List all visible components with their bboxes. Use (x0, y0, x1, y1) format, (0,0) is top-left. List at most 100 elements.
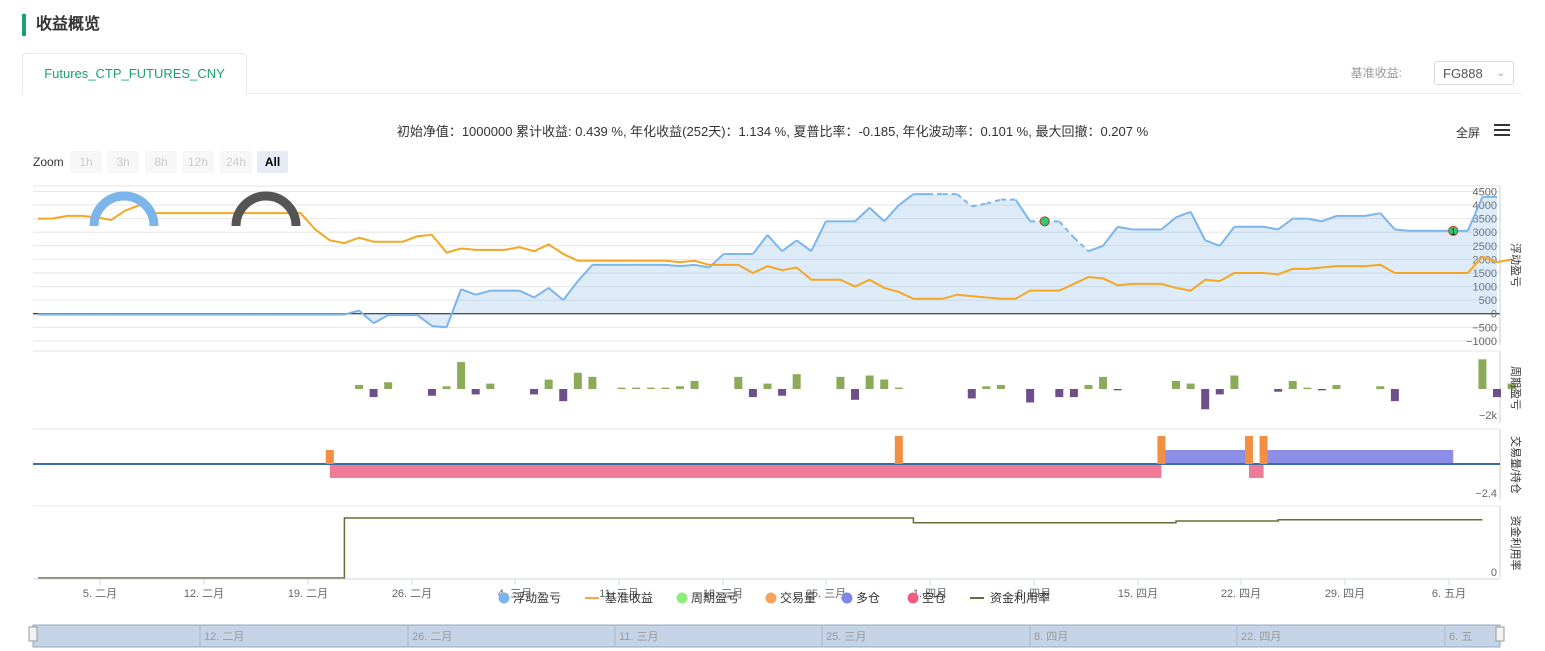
short-position-bar (1248, 464, 1264, 478)
period-pnl-bar (748, 389, 757, 398)
volume-bar (894, 436, 903, 464)
legend-item-label: 基准收益 (605, 591, 653, 605)
x-tick-label: 19. 二月 (288, 588, 328, 600)
period-pnl-bar (1201, 389, 1210, 410)
float-pnl-segment (1394, 228, 1410, 232)
legend-symbol (765, 592, 777, 604)
period-pnl-bar (1230, 375, 1239, 389)
y-tick-label: −500 (1472, 322, 1497, 334)
period-pnl-bar (1493, 389, 1501, 398)
period-pnl-bar (471, 389, 480, 395)
period-pnl-bar (1332, 384, 1341, 389)
x-tick-label: 5. 二月 (83, 588, 117, 600)
period-pnl-bar (675, 386, 684, 389)
y-axis-title-utilization: 资金利用率 (1509, 516, 1523, 571)
x-tick-label: 12. 二月 (184, 588, 224, 600)
period-pnl-bar (1055, 389, 1064, 398)
utilization-line (38, 517, 1483, 579)
navigator-label: 22. 四月 (1241, 631, 1281, 643)
period-pnl-bar (1390, 389, 1399, 402)
legend-item-label: 空仓 (922, 591, 946, 605)
legend-symbol (907, 592, 919, 604)
navigator-label: 12. 二月 (204, 631, 244, 643)
navigator-label: 8. 四月 (1034, 631, 1068, 643)
period-pnl-bar (1274, 389, 1283, 392)
period-pnl-bar (1303, 387, 1312, 389)
period-pnl-bar (996, 384, 1005, 389)
x-tick-label: 26. 二月 (392, 588, 432, 600)
volume-bar (325, 450, 334, 464)
x-tick-label: 15. 四月 (1118, 588, 1158, 600)
y-axis-title-float: 浮动盈亏 (1509, 243, 1522, 287)
y-axis-title-period: 周期盈亏 (1509, 366, 1522, 410)
period-pnl-bar (836, 376, 845, 389)
navigator-label: 11. 三月 (619, 631, 659, 643)
signal-marker-label: 1 (1451, 227, 1456, 236)
period-pnl-bar (982, 386, 991, 389)
gauge-arc-dark (231, 191, 301, 227)
navigator-handle-right (1495, 626, 1505, 642)
period-pnl-bar (369, 389, 378, 398)
y-axis-title-volume: 交易量/持仓 (1509, 436, 1523, 494)
float-pnl-segment (679, 263, 695, 268)
legend-symbol (841, 592, 853, 604)
y-tick-label: −2k (1479, 410, 1498, 422)
period-pnl-bar (1084, 384, 1093, 389)
period-pnl-bar (617, 387, 626, 389)
period-pnl-bar (530, 389, 539, 395)
volume-bar (1244, 436, 1253, 464)
period-pnl-bar (1215, 389, 1224, 395)
float-pnl-segment (665, 263, 681, 268)
period-pnl-bar (661, 387, 670, 389)
period-pnl-bar (544, 379, 553, 389)
legend-symbol (676, 592, 688, 604)
period-pnl-bar (427, 389, 436, 396)
period-pnl-bar (1026, 389, 1035, 403)
navigator-label: 25. 三月 (826, 631, 866, 643)
period-pnl-bar (354, 384, 363, 389)
volume-bar (1259, 436, 1268, 464)
legend-item-label: 多仓 (856, 591, 880, 605)
period-pnl-bar (690, 380, 699, 389)
period-pnl-bar (1069, 389, 1078, 398)
chart-area: 450040003500300025002000150010005000−500… (28, 185, 1523, 648)
signal-marker (1039, 216, 1050, 227)
period-pnl-bar (792, 374, 801, 389)
period-pnl-bar (573, 372, 582, 389)
period-pnl-bar (763, 383, 772, 389)
period-pnl-bar (1113, 389, 1122, 391)
navigator-label: 6. 五 (1449, 631, 1472, 643)
period-pnl-bar (778, 389, 787, 396)
period-pnl-bar (646, 387, 655, 389)
legend-item-label: 资金利用率 (990, 590, 1050, 605)
period-pnl-bar (967, 389, 976, 399)
navigator-handle-left (28, 626, 38, 642)
period-pnl-bar (1186, 383, 1195, 389)
period-pnl-bar (880, 379, 889, 389)
period-pnl-bar (865, 375, 874, 389)
x-tick-label: 29. 四月 (1325, 588, 1365, 600)
period-pnl-bar (1099, 376, 1108, 389)
y-tick-label: 0 (1491, 567, 1497, 579)
period-pnl-bar (1172, 380, 1181, 389)
x-tick-label: 6. 五月 (1432, 588, 1466, 600)
period-pnl-bar (384, 382, 393, 389)
legend-item-label: 交易量 (780, 590, 816, 605)
period-pnl-bar (1478, 359, 1487, 389)
y-tick-label: −1000 (1466, 336, 1497, 348)
volume-bar (1157, 436, 1166, 464)
period-pnl-bar (632, 387, 641, 389)
period-pnl-bar (1288, 380, 1297, 389)
period-pnl-bar (734, 376, 743, 389)
long-position-bar (1161, 450, 1249, 464)
period-pnl-bar (894, 387, 903, 389)
x-tick-label: 22. 四月 (1221, 588, 1261, 600)
legend-symbol (498, 592, 510, 604)
period-pnl-bar (851, 389, 860, 400)
short-position-bar (329, 464, 1162, 478)
y-tick-label: −2.4 (1475, 488, 1497, 500)
period-pnl-bar (457, 362, 466, 389)
legend-item-label: 周期盈亏 (691, 591, 739, 605)
period-pnl-bar (588, 376, 597, 389)
long-position-bar (1263, 450, 1454, 464)
